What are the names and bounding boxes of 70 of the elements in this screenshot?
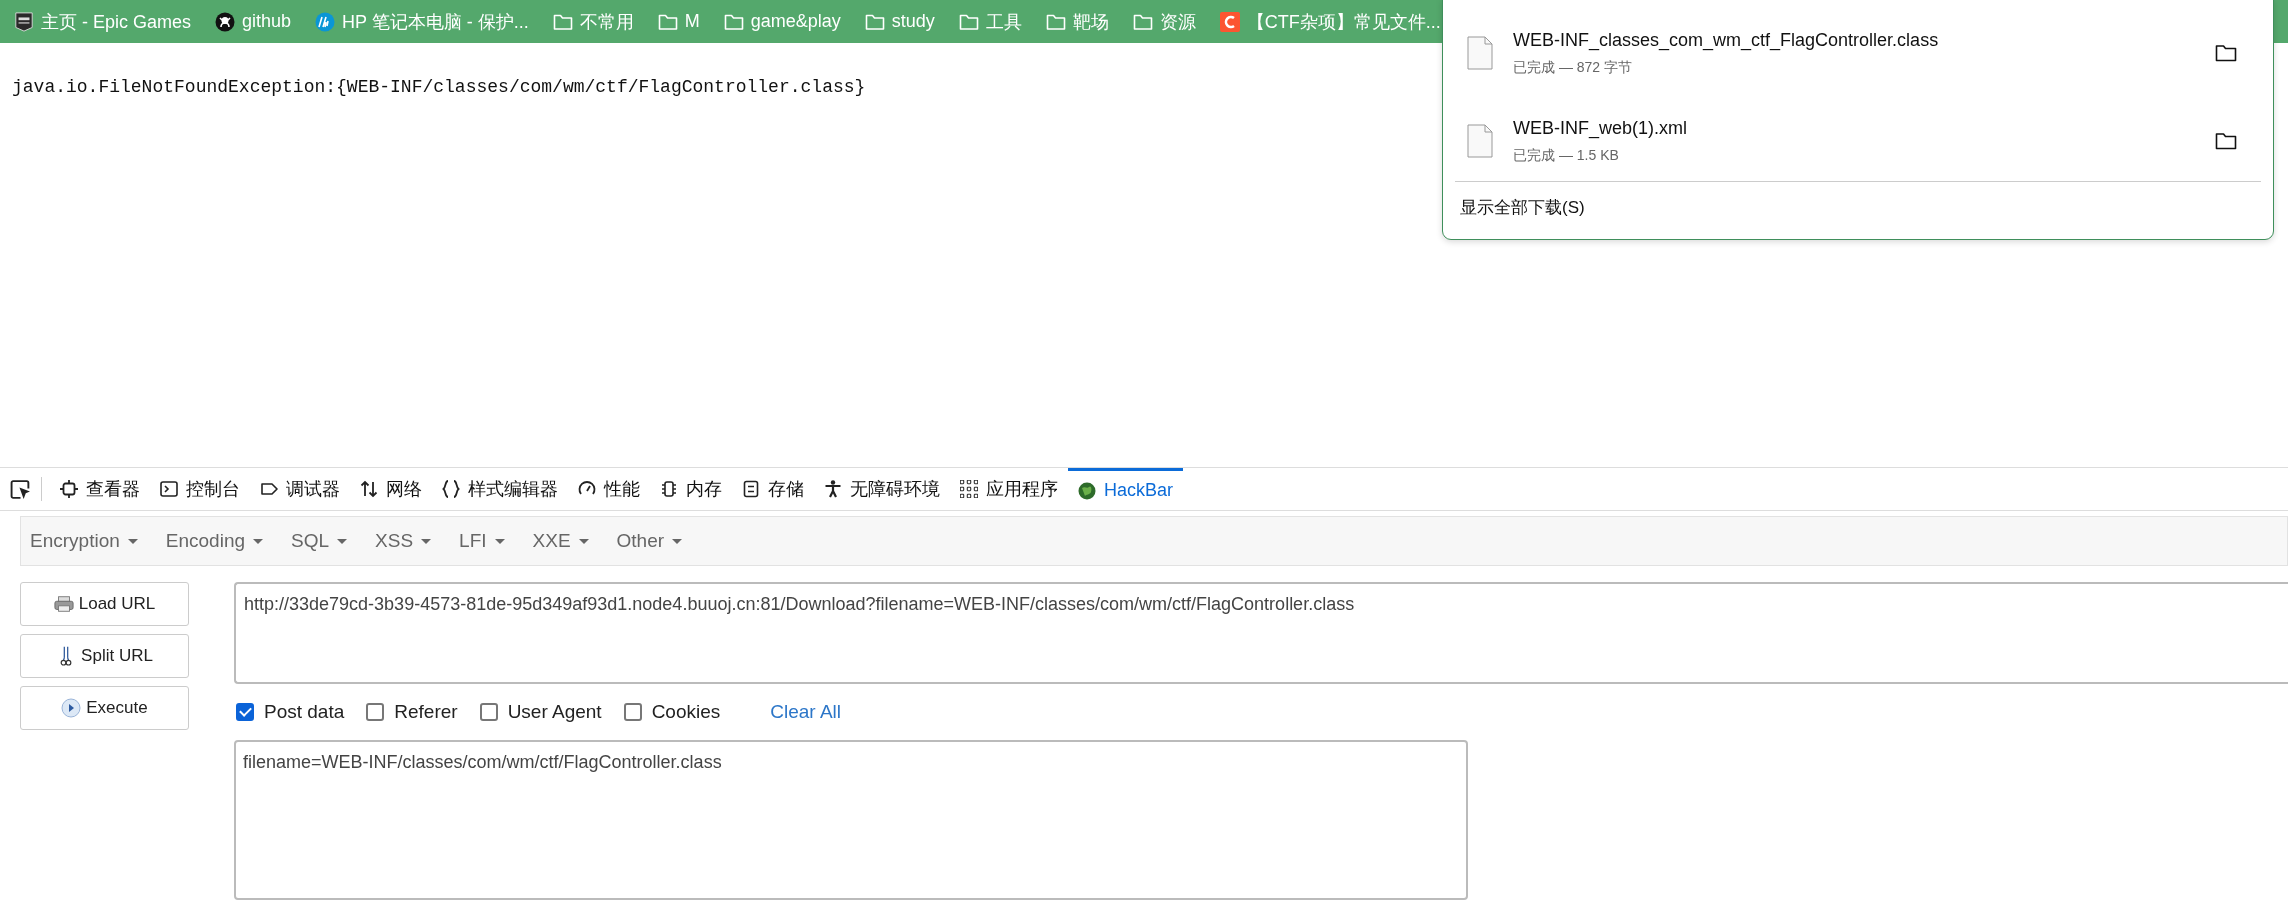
devtools-tab[interactable]: 调试器 — [250, 468, 350, 510]
dropdown-menu[interactable]: Encoding — [165, 530, 263, 552]
bookmark[interactable]: 工具 — [958, 9, 1022, 34]
checkbox-label: Referer — [394, 701, 458, 723]
play-icon — [61, 698, 82, 718]
inspector-icon — [60, 480, 78, 498]
devtools-tab[interactable]: 存储 — [732, 468, 814, 510]
bookmark[interactable]: 不常用 — [552, 9, 634, 34]
devtools-tab[interactable]: 样式编辑器 — [432, 468, 568, 510]
file-icon — [1467, 36, 1493, 70]
checkbox[interactable] — [623, 703, 642, 721]
url-field[interactable]: http://33de79cd-3b39-4573-81de-95d349af93d1.node4.buuoj.cn:81/Download?filename=WEB-INF/classes/com/wm/ctf/FlagController.class — [234, 582, 2288, 684]
devtools-tab[interactable]: 性能 — [568, 468, 650, 510]
show-all-downloads[interactable]: 显示全部下载(S) — [1443, 182, 2273, 219]
devtools-tab[interactable]: HackBar — [1068, 468, 1184, 510]
bookmark[interactable]: github — [215, 11, 292, 32]
bookmark[interactable]: HP 笔记本电脑 - 保护... — [315, 9, 529, 34]
braces-icon — [442, 480, 460, 498]
c-logo-icon — [1219, 11, 1240, 32]
bookmark[interactable]: 主页 - Epic Games — [14, 9, 192, 34]
round-logo-icon — [315, 11, 336, 32]
checkbox-label: Cookies — [651, 701, 721, 723]
chip-icon — [660, 480, 678, 498]
tag-icon — [260, 480, 278, 498]
printer-icon — [53, 594, 74, 614]
dropdown-menu[interactable]: XXE — [532, 530, 589, 552]
devtools-tab[interactable]: 内存 — [650, 468, 732, 510]
globe-icon — [1078, 481, 1096, 500]
dropdown-menu[interactable]: Encryption — [30, 530, 138, 552]
bookmark[interactable]: study — [864, 11, 935, 32]
file-name: WEB-INF_web(1).xml — [1513, 117, 1688, 139]
devtools-tab[interactable]: 应用程序 — [950, 468, 1068, 510]
devtools-tab[interactable]: 查看器 — [50, 468, 150, 510]
file-name: WEB-INF_classes_com_wm_ctf_FlagController.class — [1513, 29, 1940, 51]
element-picker-icon[interactable] — [10, 478, 31, 500]
console-icon — [160, 480, 178, 498]
grid-icon — [960, 480, 978, 498]
person-icon — [824, 480, 842, 498]
devtools-tab[interactable]: 控制台 — [150, 468, 250, 510]
dropdown-menu[interactable]: LFI — [459, 530, 505, 552]
checkbox[interactable] — [236, 703, 254, 721]
game-logo-icon — [14, 11, 34, 32]
action-button[interactable]: Load URL — [20, 582, 189, 626]
file-icon — [1467, 124, 1493, 158]
cat-logo-icon — [215, 11, 236, 32]
dropdown-menu[interactable]: Other — [616, 530, 683, 552]
clear-all-link[interactable]: Clear All — [770, 701, 842, 723]
up-down-arrows-icon — [360, 480, 378, 498]
checkbox-label: User Agent — [507, 701, 602, 723]
devtools-tab[interactable]: 无障碍环境 — [814, 468, 950, 510]
bookmark[interactable]: game&play — [723, 11, 841, 32]
download-status: 已完成 — 872 字节 — [1513, 58, 1634, 77]
dropdown-menu[interactable]: XSS — [375, 530, 432, 552]
devtools-tab[interactable]: 网络 — [350, 468, 432, 510]
post-data-field[interactable]: filename=WEB-INF/classes/com/wm/ctf/FlagController.class — [234, 740, 1468, 900]
bookmark[interactable]: M — [657, 11, 700, 32]
download-status: 已完成 — 1.5 KB — [1513, 146, 1620, 165]
checkbox-label: Post data — [264, 701, 345, 723]
action-button[interactable]: Execute — [20, 686, 189, 730]
storage-icon — [742, 480, 760, 498]
bookmark[interactable]: 资源 — [1132, 9, 1196, 34]
folder-icon[interactable] — [2215, 44, 2237, 62]
checkbox[interactable] — [479, 703, 498, 721]
error-message: java.io.FileNotFoundException:{WEB-INF/classes/com/wm/ctf/FlagController.class} — [12, 77, 866, 97]
folder-icon[interactable] — [2215, 132, 2237, 150]
bookmark[interactable]: 靶场 — [1045, 9, 1109, 34]
checkbox[interactable] — [366, 703, 385, 721]
bookmark[interactable]: 【CTF杂项】常见文件... — [1219, 9, 1441, 34]
action-button[interactable]: Split URL — [20, 634, 189, 678]
dropdown-menu[interactable]: SQL — [291, 530, 348, 552]
